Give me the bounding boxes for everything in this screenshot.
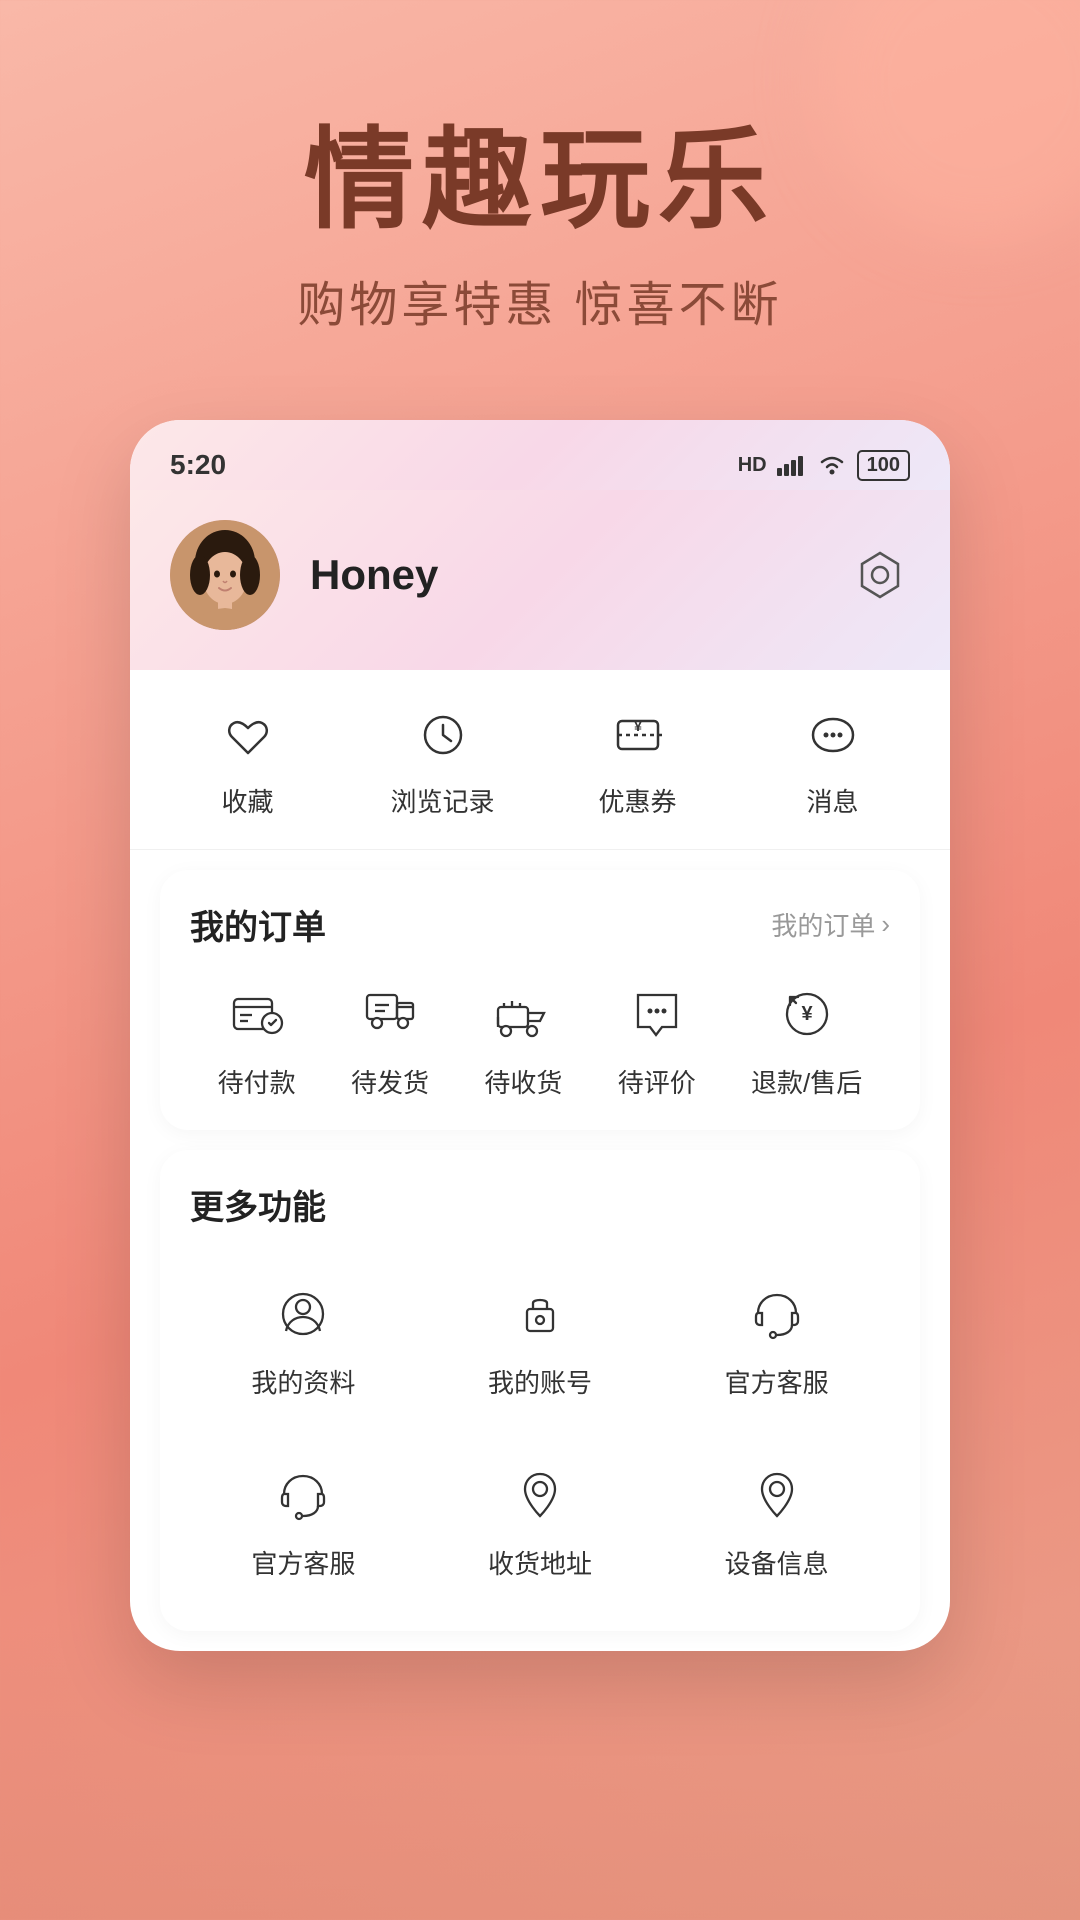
svg-text:¥: ¥ xyxy=(801,1003,813,1025)
messages-icon xyxy=(798,700,868,770)
more-features-card: 更多功能 我的资料 xyxy=(160,1150,920,1631)
action-favorites[interactable]: 收藏 xyxy=(168,700,328,819)
svg-text:¥: ¥ xyxy=(634,718,642,734)
feature-my-profile[interactable]: 我的资料 xyxy=(190,1259,417,1420)
my-account-icon xyxy=(505,1279,575,1349)
orders-link[interactable]: 我的订单 › xyxy=(771,906,890,943)
chevron-right-icon: › xyxy=(881,909,890,940)
customer-service2-label: 官方客服 xyxy=(251,1544,355,1581)
coupons-icon: ¥ xyxy=(603,700,673,770)
orders-card: 我的订单 我的订单 › 待付款 xyxy=(160,870,920,1130)
shipping-address-icon xyxy=(505,1460,575,1530)
bottom-decoration xyxy=(0,1620,1080,1920)
feature-my-account[interactable]: 我的账号 xyxy=(427,1259,654,1420)
my-profile-label: 我的资料 xyxy=(251,1363,355,1400)
phone-mockup: 5:20 HD 100 xyxy=(130,420,950,1651)
hero-section: 情趣玩乐 购物享特惠 惊喜不断 xyxy=(0,0,1080,395)
order-pending-review[interactable]: 待评价 xyxy=(618,979,696,1100)
favorites-label: 收藏 xyxy=(221,782,273,819)
my-account-label: 我的账号 xyxy=(488,1363,592,1400)
feature-customer-service2[interactable]: 官方客服 xyxy=(190,1440,417,1601)
battery-level: 100 xyxy=(867,454,900,477)
status-time: 5:20 xyxy=(170,449,226,481)
order-items-list: 待付款 待发货 xyxy=(190,979,890,1100)
my-profile-icon xyxy=(268,1279,338,1349)
profile-left: Honey xyxy=(170,520,438,630)
status-bar: 5:20 HD 100 xyxy=(130,420,950,490)
profile-header: Honey xyxy=(130,490,950,670)
customer-service2-icon xyxy=(268,1460,338,1530)
history-icon xyxy=(408,700,478,770)
history-label: 浏览记录 xyxy=(390,782,494,819)
shipping-address-label: 收货地址 xyxy=(488,1544,592,1581)
pending-pay-icon xyxy=(222,979,292,1049)
status-icons: HD 100 xyxy=(738,450,910,481)
pending-pay-label: 待付款 xyxy=(218,1063,296,1100)
signal-icon xyxy=(777,454,807,476)
settings-hex-icon xyxy=(852,547,908,603)
pending-receive-icon xyxy=(488,979,558,1049)
pending-ship-label: 待发货 xyxy=(351,1063,429,1100)
avatar[interactable] xyxy=(170,520,280,630)
coupons-label: 优惠券 xyxy=(598,782,676,819)
wifi-icon xyxy=(817,454,847,476)
order-pending-receive[interactable]: 待收货 xyxy=(484,979,562,1100)
customer-service1-icon xyxy=(742,1279,812,1349)
order-refund[interactable]: ¥ 退款/售后 xyxy=(751,979,862,1100)
order-pending-ship[interactable]: 待发货 xyxy=(351,979,429,1100)
hero-subtitle: 购物享特惠 惊喜不断 xyxy=(0,265,1080,335)
feature-grid: 我的资料 我的账号 xyxy=(190,1259,890,1601)
quick-actions: 收藏 浏览记录 ¥ 优惠券 xyxy=(130,670,950,850)
refund-label: 退款/售后 xyxy=(751,1063,862,1100)
feature-shipping-address[interactable]: 收货地址 xyxy=(427,1440,654,1601)
action-messages[interactable]: 消息 xyxy=(753,700,913,819)
settings-button[interactable] xyxy=(850,545,910,605)
feature-device-info[interactable]: 设备信息 xyxy=(663,1440,890,1601)
favorites-icon xyxy=(213,700,283,770)
username: Honey xyxy=(310,551,438,599)
hd-icon: HD xyxy=(738,454,767,477)
device-info-label: 设备信息 xyxy=(725,1544,829,1581)
refund-icon: ¥ xyxy=(772,979,842,1049)
more-features-title: 更多功能 xyxy=(190,1180,326,1229)
battery-indicator: 100 xyxy=(857,450,910,481)
feature-customer-service1[interactable]: 官方客服 xyxy=(663,1259,890,1420)
customer-service1-label: 官方客服 xyxy=(725,1363,829,1400)
pending-receive-label: 待收货 xyxy=(484,1063,562,1100)
orders-title: 我的订单 xyxy=(190,900,326,949)
avatar-image xyxy=(170,520,280,630)
device-info-icon xyxy=(742,1460,812,1530)
pending-review-label: 待评价 xyxy=(618,1063,696,1100)
action-history[interactable]: 浏览记录 xyxy=(363,700,523,819)
pending-review-icon xyxy=(622,979,692,1049)
orders-header: 我的订单 我的订单 › xyxy=(190,900,890,949)
pending-ship-icon xyxy=(355,979,425,1049)
hero-title: 情趣玩乐 xyxy=(0,120,1080,241)
action-coupons[interactable]: ¥ 优惠券 xyxy=(558,700,718,819)
more-features-header: 更多功能 xyxy=(190,1180,890,1229)
messages-label: 消息 xyxy=(806,782,858,819)
order-pending-pay[interactable]: 待付款 xyxy=(218,979,296,1100)
